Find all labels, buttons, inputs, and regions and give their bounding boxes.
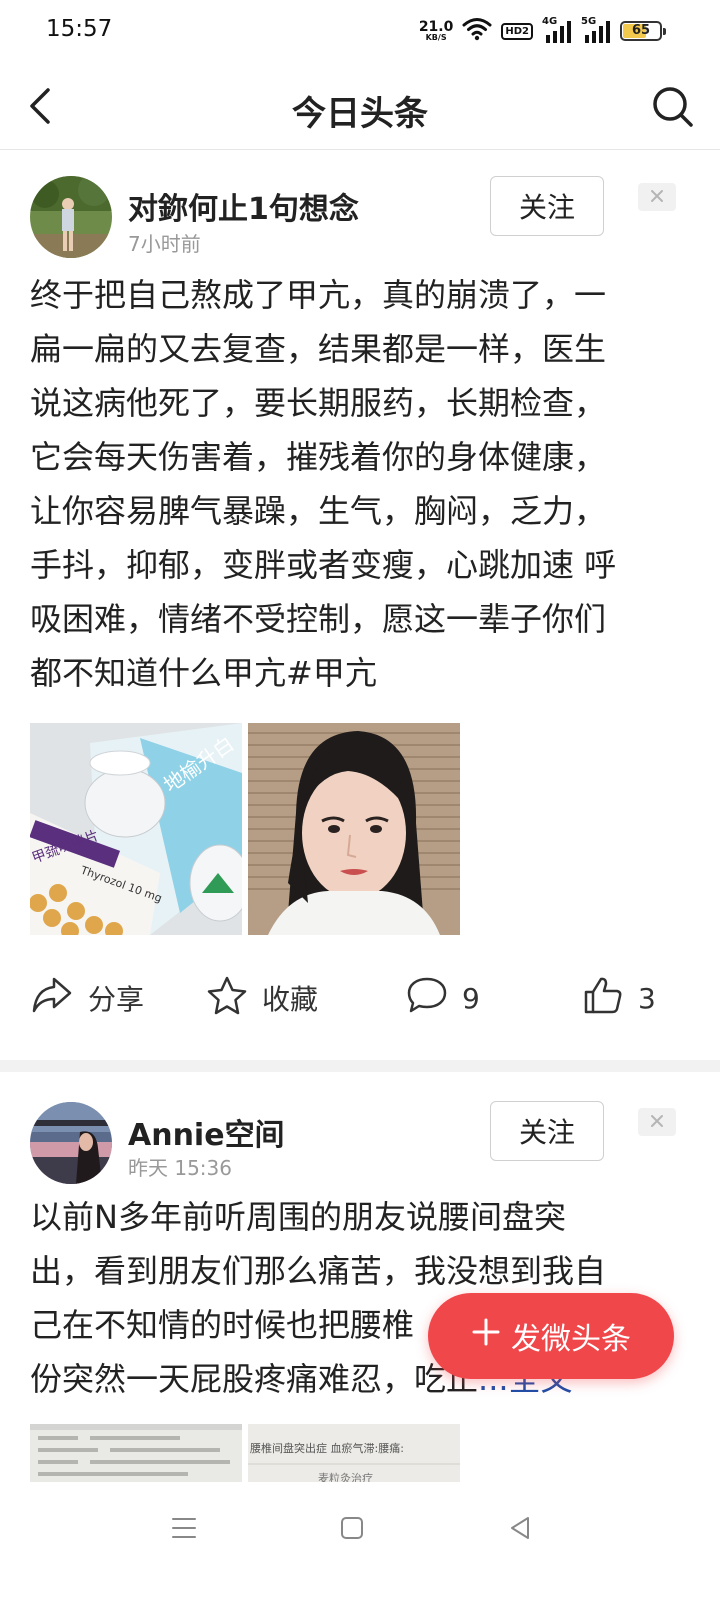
- post-line: 它会每天伤害着，摧残着你的身体健康，: [30, 438, 607, 476]
- like-button[interactable]: 3: [582, 977, 656, 1018]
- share-label: 分享: [88, 983, 145, 1016]
- share-button[interactable]: 分享: [30, 977, 145, 1018]
- comment-icon: [406, 975, 448, 1022]
- favorite-label: 收藏: [262, 983, 319, 1016]
- post-line: 让你容易脾气暴躁，生气，胸闷，乏力，: [30, 492, 607, 530]
- plus-icon: [471, 1317, 501, 1355]
- status-time: 15:57: [46, 16, 113, 42]
- diagnosis-text: 腰椎间盘突出症 血瘀气滞:腰痛:: [250, 1441, 404, 1455]
- avatar[interactable]: [30, 1102, 112, 1184]
- signal-4g-icon: 4G: [542, 16, 572, 44]
- status-bar: 15:57 21.0 KB/S HD2 4G 5G 65: [0, 0, 720, 64]
- medical-report-photo[interactable]: [30, 1424, 242, 1482]
- dismiss-button[interactable]: [638, 183, 676, 211]
- close-icon: [650, 188, 664, 207]
- home-square-icon: [339, 1515, 365, 1545]
- wifi-icon: [462, 17, 492, 45]
- post-images: 腰椎间盘突出症 血瘀气滞:腰痛: 麦粒灸治疗: [30, 1424, 460, 1482]
- post-time: 7小时前: [128, 232, 201, 256]
- menu-icon: [170, 1515, 198, 1545]
- post-line: 说这病他死了，要长期服药，长期检查，: [30, 384, 607, 422]
- net-speed: 21.0 KB/S: [419, 20, 454, 42]
- feed-post[interactable]: Annie空间 昨天 15:36 关注 以前N多年前听周围的朋友说腰间盘突 出，…: [0, 1072, 720, 1482]
- post-time: 昨天 15:36: [128, 1156, 232, 1180]
- post-images: 地榆升白 甲巯咪唑片 Thyrozol 10 mg: [30, 723, 460, 935]
- post-content[interactable]: 终于把自己熬成了甲亢，真的崩溃了，一 扁一扁的又去复查，结果都是一样，医生 说这…: [30, 268, 680, 700]
- like-count: 3: [638, 981, 656, 1015]
- fab-label: 发微头条: [511, 1322, 631, 1357]
- feed-post[interactable]: 对鉨何止1句想念 7小时前 关注 终于把自己熬成了甲亢，真的崩溃了，一 扁一扁的…: [0, 150, 720, 1060]
- post-actions: 分享 收藏 9 3: [0, 966, 720, 1030]
- comment-count: 9: [462, 981, 480, 1015]
- signal-5g-icon: 5G: [581, 16, 611, 44]
- author-name[interactable]: Annie空间: [128, 1110, 285, 1154]
- close-icon: [650, 1113, 664, 1132]
- author-name[interactable]: 对鉨何止1句想念: [128, 184, 359, 228]
- favorite-button[interactable]: 收藏: [206, 976, 319, 1018]
- search-icon: [648, 87, 696, 134]
- hd-badge: HD2: [501, 22, 533, 40]
- post-line: 扁一扁的又去复查，结果都是一样，医生: [30, 330, 607, 368]
- post-line: 出，看到朋友们那么痛苦，我没想到我自: [30, 1252, 607, 1290]
- post-line: 手抖，抑郁，变胖或者变瘦，心跳加速 呼: [30, 546, 617, 584]
- net-speed-unit: KB/S: [425, 33, 447, 42]
- page-title: 今日头条: [292, 94, 428, 134]
- post-divider: [0, 1060, 720, 1072]
- diagnosis-doc-photo[interactable]: 腰椎间盘突出症 血瘀气滞:腰痛: 麦粒灸治疗: [248, 1424, 460, 1482]
- post-micro-headline-button[interactable]: 发微头条: [428, 1293, 674, 1379]
- share-icon: [30, 975, 74, 1022]
- post-line: 以前N多年前听周围的朋友说腰间盘突: [30, 1198, 566, 1236]
- medicine-photo[interactable]: 地榆升白 甲巯咪唑片 Thyrozol 10 mg: [30, 723, 242, 935]
- treatment-text: 麦粒灸治疗: [318, 1471, 373, 1482]
- app-header: 今日头条: [0, 64, 720, 150]
- post-line: 吸困难，情绪不受控制，愿这一辈子你们: [30, 600, 607, 638]
- battery-icon: 65: [620, 21, 666, 41]
- nav-home-button[interactable]: [330, 1508, 374, 1552]
- follow-button[interactable]: 关注: [490, 1101, 604, 1161]
- net-speed-value: 21.0: [418, 19, 454, 35]
- avatar[interactable]: [30, 176, 112, 258]
- comment-button[interactable]: 9: [406, 977, 480, 1018]
- battery-level: 65: [631, 23, 651, 38]
- star-icon: [206, 975, 248, 1022]
- dismiss-button[interactable]: [638, 1108, 676, 1136]
- post-line-text: 份突然一天屁股疼痛难忍，吃止: [30, 1360, 479, 1398]
- back-triangle-icon: [507, 1515, 533, 1545]
- selfie-photo[interactable]: [248, 723, 460, 935]
- follow-button[interactable]: 关注: [490, 176, 604, 236]
- nav-back-button[interactable]: [498, 1508, 542, 1552]
- search-button[interactable]: [648, 82, 696, 130]
- status-icons: 21.0 KB/S HD2 4G 5G 65: [419, 16, 666, 46]
- post-line: 终于把自己熬成了甲亢，真的崩溃了，一: [30, 276, 607, 314]
- thumbs-up-icon: [582, 975, 624, 1022]
- system-nav-bar: [0, 1482, 720, 1600]
- post-line: 都不知道什么甲亢#甲亢: [30, 654, 377, 692]
- nav-menu-button[interactable]: [162, 1508, 206, 1552]
